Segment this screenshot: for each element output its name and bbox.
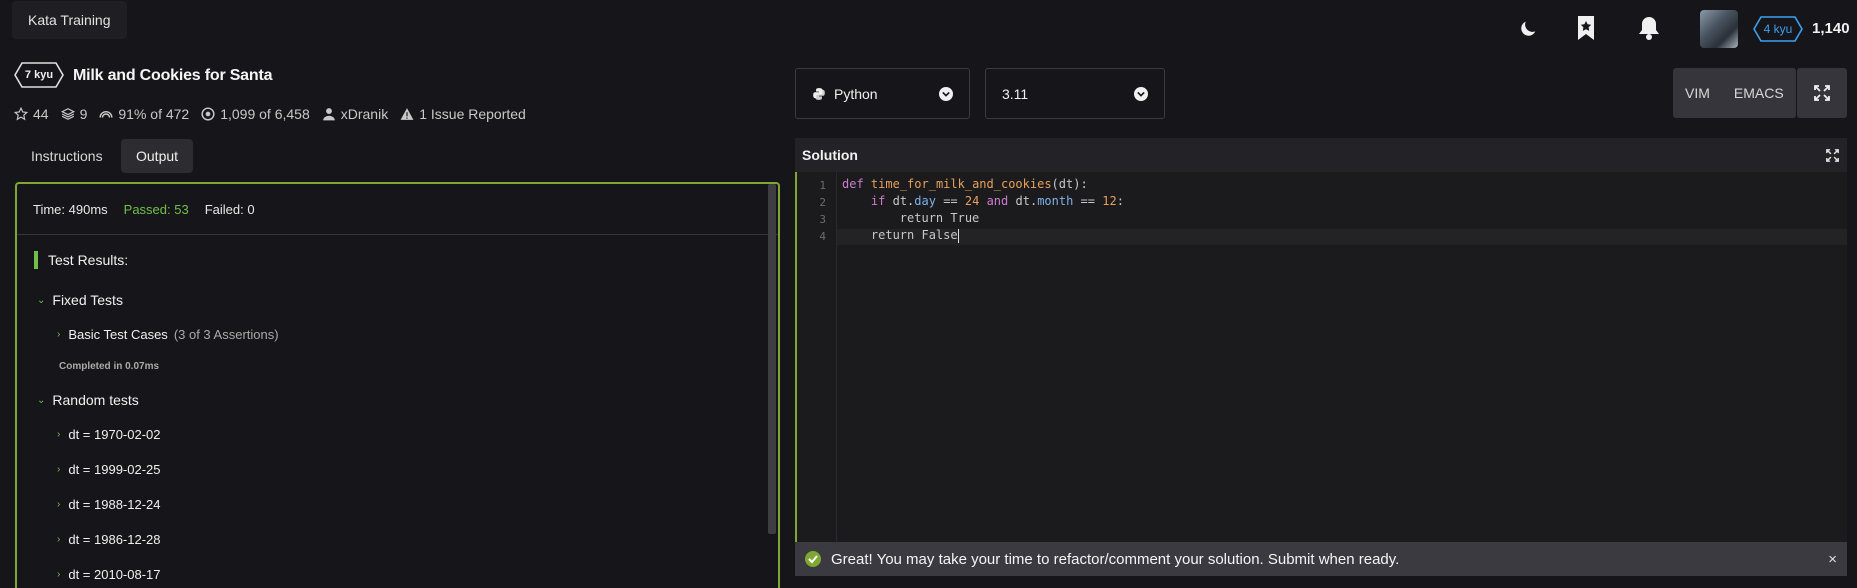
honor-score: 1,140 — [1812, 20, 1850, 37]
collections-stat[interactable]: 9 — [60, 106, 87, 122]
chevron-down-icon — [939, 86, 953, 101]
status-bar — [34, 251, 38, 269]
tab-output[interactable]: Output — [121, 139, 194, 173]
star-icon — [14, 107, 28, 121]
satisfaction-stat: 91% of 472 — [99, 106, 189, 122]
line-number: 3 — [819, 213, 826, 226]
random-test-item[interactable]: › dt = 1988-12-24 — [57, 497, 161, 512]
rainbow-icon — [99, 110, 113, 118]
chevron-right-icon: › — [57, 429, 61, 440]
avatar[interactable] — [1700, 10, 1738, 48]
line-number: 1 — [819, 179, 826, 192]
chevron-right-icon: › — [57, 329, 61, 340]
rank-badge: 4 kyu — [1753, 16, 1803, 42]
chevron-right-icon: › — [57, 499, 61, 510]
vim-mode-button[interactable]: VIM — [1673, 68, 1722, 118]
text-cursor — [957, 228, 959, 243]
kyu-badge: 7 kyu — [14, 62, 64, 88]
rank-label: 4 kyu — [1763, 22, 1793, 36]
code-editor[interactable]: 1 2 3 4 def time_for_milk_and_cookies(dt… — [795, 172, 1847, 542]
user-icon — [322, 108, 335, 121]
random-tests-group[interactable]: ⌄ Random tests — [37, 392, 139, 408]
line-gutter: 1 2 3 4 — [797, 172, 837, 542]
test-results-heading: Test Results: — [34, 251, 128, 269]
stars-stat[interactable]: 44 — [14, 106, 49, 122]
author-stat[interactable]: xDranik — [322, 106, 388, 122]
failed-label: Failed: 0 — [204, 202, 255, 217]
solution-title: Solution — [802, 147, 858, 163]
target-icon — [201, 107, 215, 121]
code-line: return False — [870, 228, 959, 243]
fullscreen-button[interactable] — [1797, 68, 1847, 118]
random-test-item[interactable]: › dt = 1986-12-28 — [57, 532, 161, 547]
basic-test-cases[interactable]: › Basic Test Cases (3 of 3 Assertions) — [57, 327, 279, 342]
layers-icon — [60, 108, 75, 120]
chevron-down-icon: ⌄ — [37, 394, 46, 406]
tab-instructions[interactable]: Instructions — [16, 139, 118, 173]
expand-icon[interactable] — [1826, 148, 1839, 162]
completed-stat: 1,099 of 6,458 — [201, 106, 310, 122]
expand-icon — [1814, 85, 1830, 101]
divider — [17, 234, 778, 235]
output-panel: Time: 490ms Passed: 53 Failed: 0 Test Re… — [15, 182, 780, 588]
chevron-right-icon: › — [57, 534, 61, 545]
solution-header: Solution — [795, 138, 1847, 172]
issues-stat[interactable]: 1 Issue Reported — [400, 106, 526, 122]
output-scrollbar[interactable] — [768, 184, 776, 534]
success-notice: Great! You may take your time to refacto… — [795, 542, 1847, 576]
editor-mode-group: VIM EMACS — [1673, 68, 1796, 118]
random-test-item[interactable]: › dt = 2010-08-17 — [57, 567, 161, 582]
test-summary: Time: 490ms Passed: 53 Failed: 0 — [33, 202, 255, 217]
chevron-right-icon: › — [57, 464, 61, 475]
kyu-label: 7 kyu — [24, 69, 54, 81]
fixed-tests-group[interactable]: ⌄ Fixed Tests — [37, 292, 123, 308]
kata-stats: 44 9 91% of 472 1,099 of 6,458 xDranik 1… — [14, 106, 526, 122]
kata-title: Milk and Cookies for Santa — [73, 67, 273, 84]
moon-icon[interactable] — [1515, 16, 1541, 42]
random-test-item[interactable]: › dt = 1999-02-25 — [57, 462, 161, 477]
bell-icon[interactable] — [1636, 15, 1662, 41]
bookmark-star-icon[interactable] — [1573, 15, 1599, 41]
line-number: 4 — [819, 230, 826, 243]
check-circle-icon — [805, 551, 821, 567]
completed-time: Completed in 0.07ms — [59, 361, 160, 372]
warning-icon — [400, 108, 414, 120]
random-test-item[interactable]: › dt = 1970-02-02 — [57, 427, 161, 442]
code-line: return True — [899, 211, 980, 225]
time-label: Time: 490ms — [33, 202, 108, 217]
passed-label: Passed: 53 — [123, 202, 189, 217]
chevron-right-icon: › — [57, 569, 61, 580]
python-icon — [813, 87, 825, 100]
chevron-down-icon — [1134, 86, 1148, 101]
active-line-highlight — [837, 229, 1847, 245]
chevron-down-icon: ⌄ — [37, 294, 46, 306]
close-icon[interactable]: × — [1828, 551, 1837, 568]
kata-training-button[interactable]: Kata Training — [12, 1, 127, 39]
line-number: 2 — [819, 196, 826, 209]
version-select[interactable]: 3.11 — [985, 68, 1165, 119]
language-select[interactable]: Python — [795, 68, 970, 119]
code-line: if dt.day == 24 and dt.month == 12: — [870, 194, 1124, 208]
emacs-mode-button[interactable]: EMACS — [1722, 68, 1796, 118]
code-line: def time_for_milk_and_cookies(dt): — [842, 177, 1088, 191]
